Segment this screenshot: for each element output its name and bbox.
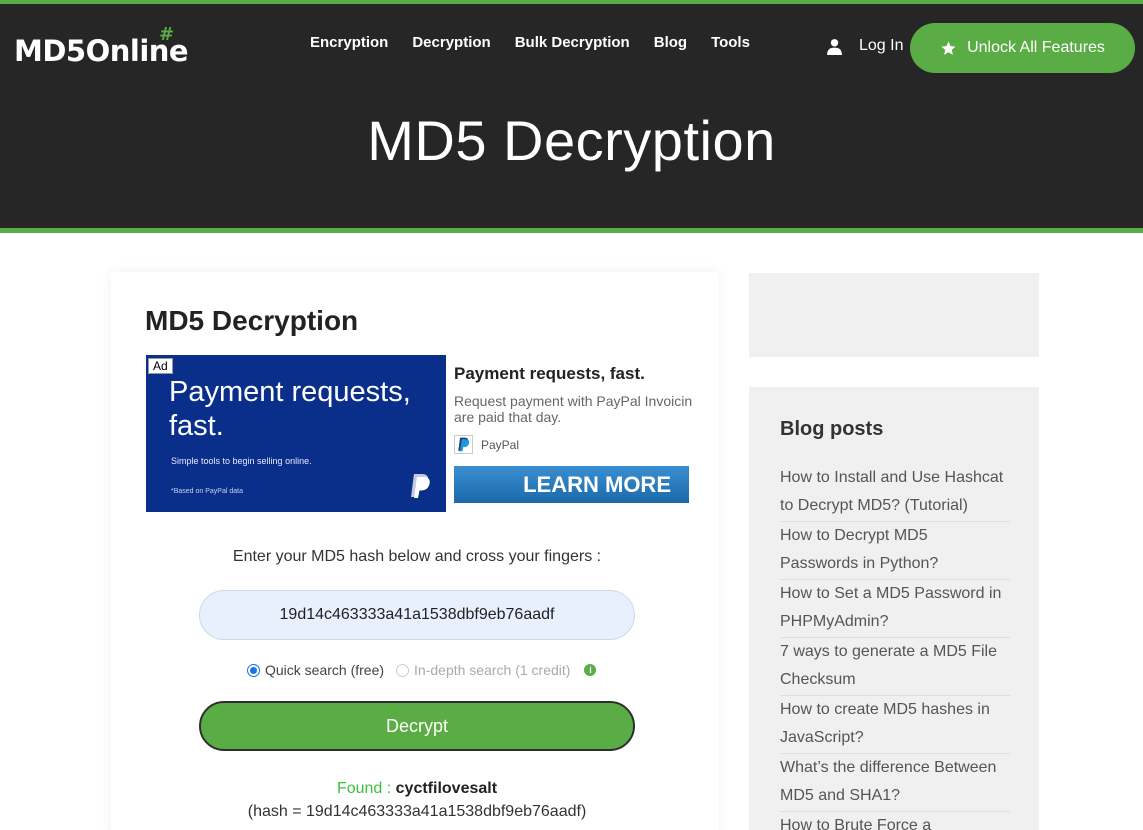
blog-posts-title: Blog posts bbox=[780, 418, 884, 440]
ad-image-note: *Based on PayPal data bbox=[171, 488, 243, 495]
decrypt-button[interactable]: Decrypt bbox=[199, 701, 635, 751]
nav-tools[interactable]: Tools bbox=[711, 34, 750, 52]
blog-posts-list: How to Install and Use Hashcat to Decryp… bbox=[780, 464, 1010, 830]
ad-image-headline: Payment requests, fast. bbox=[169, 376, 411, 442]
blog-post-link[interactable]: How to Brute Force a Password? bbox=[780, 812, 1010, 830]
learn-more-button[interactable]: LEARN MORE bbox=[454, 466, 689, 503]
blog-post-link[interactable]: How to Decrypt MD5 Passwords in Python? bbox=[780, 522, 1010, 580]
found-label: Found : bbox=[336, 780, 392, 797]
indepth-search-radio[interactable] bbox=[396, 663, 410, 677]
ad-image-subtext: Simple tools to begin selling online. bbox=[171, 456, 312, 466]
main-nav: Encryption Decryption Bulk Decryption Bl… bbox=[310, 34, 774, 52]
blog-post-link[interactable]: What’s the difference Between MD5 and SH… bbox=[780, 754, 1010, 812]
hash-prompt: Enter your MD5 hash below and cross your… bbox=[232, 548, 602, 565]
ad-image[interactable]: Ad Payment requests, fast. Simple tools … bbox=[146, 355, 446, 512]
unlock-features-button[interactable]: Unlock All Features bbox=[910, 23, 1135, 73]
nav-encryption[interactable]: Encryption bbox=[310, 34, 388, 52]
indepth-search-label: In-depth search (1 credit) bbox=[414, 662, 571, 678]
blog-post-link[interactable]: How to Install and Use Hashcat to Decryp… bbox=[780, 464, 1010, 522]
nav-bulk-decryption[interactable]: Bulk Decryption bbox=[515, 34, 630, 52]
logo-hash-mark: # bbox=[159, 24, 175, 45]
star-icon bbox=[941, 40, 956, 55]
result-hash-line: (hash = 19d14c463333a41a1538dbf9eb76aadf… bbox=[247, 803, 587, 820]
hero-title: MD5 Decryption bbox=[367, 109, 776, 172]
info-icon[interactable]: i bbox=[584, 664, 597, 676]
found-value: cyctfilovesalt bbox=[395, 780, 498, 797]
ad-brand-name: PayPal bbox=[481, 437, 520, 452]
user-icon bbox=[827, 38, 842, 55]
search-mode-options: Quick search (free) In-depth search (1 c… bbox=[247, 662, 597, 678]
ad-brand[interactable]: PayPal bbox=[454, 435, 519, 454]
unlock-label: Unlock All Features bbox=[967, 39, 1105, 56]
nav-blog[interactable]: Blog bbox=[654, 34, 687, 52]
login-link[interactable]: Log In bbox=[826, 37, 903, 55]
sidebar-ad-slot bbox=[749, 273, 1039, 357]
blog-post-link[interactable]: How to create MD5 hashes in JavaScript? bbox=[780, 696, 1010, 754]
card-title: MD5 Decryption bbox=[145, 305, 359, 336]
header-bottom-line bbox=[0, 228, 1143, 233]
blog-post-link[interactable]: How to Set a MD5 Password in PHPMyAdmin? bbox=[780, 580, 1010, 638]
login-label: Log In bbox=[859, 37, 904, 54]
ad-headline[interactable]: Payment requests, fast. bbox=[454, 364, 645, 384]
paypal-logo-icon bbox=[411, 474, 430, 498]
nav-decryption[interactable]: Decryption bbox=[412, 34, 490, 52]
ad-badge: Ad bbox=[148, 358, 173, 374]
indepth-search-option[interactable]: In-depth search (1 credit) bbox=[396, 662, 570, 678]
quick-search-radio[interactable] bbox=[247, 663, 260, 677]
quick-search-option[interactable]: Quick search (free) bbox=[247, 662, 384, 678]
hash-input[interactable] bbox=[199, 590, 635, 640]
quick-search-label: Quick search (free) bbox=[265, 662, 385, 678]
blog-post-link[interactable]: 7 ways to generate a MD5 File Checksum bbox=[780, 638, 1010, 696]
ad-description: Request payment with PayPal Invoicin are… bbox=[454, 393, 693, 425]
decryption-result: Found : cyctfilovesalt (hash = 19d14c463… bbox=[111, 777, 723, 823]
paypal-icon bbox=[454, 435, 473, 454]
